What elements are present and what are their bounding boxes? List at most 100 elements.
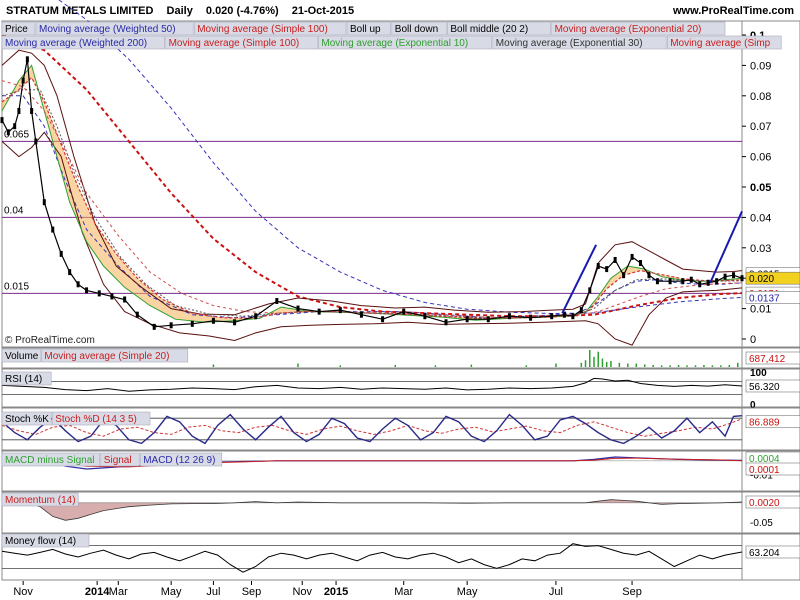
price-candle	[317, 308, 321, 315]
price-candle	[30, 108, 34, 114]
legend-item-moving-average-weighted-200: Moving average (Weighted 200)	[5, 38, 147, 49]
price-candle	[6, 129, 10, 136]
last-quote: 0.020 (-4.76%)	[206, 5, 279, 17]
price-candle	[254, 313, 258, 320]
volume-overlay-label: Moving average (Simple 20)	[44, 351, 169, 362]
stoch-k-title: Stoch %K	[5, 414, 49, 425]
momentum-y-tick-label: -0.05	[750, 518, 773, 529]
x-axis: Nov 2014 Mar May Jul Sep Nov 2015 Mar May Jul Sep	[13, 581, 642, 598]
watermark: © ProRealTime.com	[5, 335, 95, 346]
price-panel: 0.10.090.080.070.060.050.040.030.020.010…	[0, 0, 800, 348]
price-candle	[740, 275, 744, 282]
rsi-y-tick-label: 100	[750, 368, 767, 379]
price-candle	[233, 319, 237, 326]
macd-panel: -0.01MACD minus Signal Signal MACD (12 26 …	[1, 450, 800, 492]
price-candle	[647, 272, 651, 279]
macd-hist-title: MACD minus Signal	[5, 455, 94, 466]
x-tick-label: May	[161, 586, 182, 598]
price-candle	[655, 278, 659, 285]
price-candle	[706, 279, 710, 286]
x-tick-label: Mar	[394, 586, 413, 598]
price-value-tag: 0.0137	[749, 293, 780, 304]
price-candle	[0, 117, 4, 124]
price-y-tick-label: 0	[750, 334, 756, 346]
price-candle	[588, 287, 592, 294]
x-tick-label: May	[457, 586, 478, 598]
stoch-d-title: Stoch %D (14 3 5)	[55, 414, 137, 425]
price-candle	[25, 56, 29, 63]
momentum-last-value: 0.0020	[749, 498, 780, 509]
price-candle	[296, 305, 300, 312]
legend-item-boll-middle-20-2: Boll middle (20 2)	[450, 24, 528, 35]
price-candle	[59, 250, 63, 257]
legend-item-moving-average-simple-100: Moving average (Simple 100)	[197, 24, 328, 35]
price-candle	[123, 296, 127, 303]
legend-item-moving-average-simple-100: Moving average (Simple 100)	[169, 38, 300, 49]
price-y-tick-label: 0.05	[750, 182, 771, 194]
rsi-title: RSI (14)	[5, 374, 42, 385]
price-candle	[715, 278, 719, 285]
price-candle	[76, 281, 80, 288]
price-candle	[152, 323, 156, 330]
money-flow-panel-frame	[1, 533, 743, 581]
price-candle	[42, 199, 46, 206]
stoch-last-value: 86.889	[749, 418, 780, 429]
x-tick-label: Jul	[549, 586, 563, 598]
legend-item-moving-average-exponential-20: Moving average (Exponential 20)	[555, 24, 702, 35]
momentum-panel-frame	[1, 491, 743, 534]
price-candle	[21, 77, 25, 84]
price-candle	[465, 316, 469, 323]
price-candle	[68, 269, 72, 276]
price-candle	[668, 278, 672, 285]
price-candle	[613, 256, 617, 263]
money-flow-title: Money flow (14)	[5, 536, 76, 547]
x-tick-label: Jul	[206, 586, 220, 598]
legend-item-price: Price	[5, 24, 28, 35]
x-tick-label: Nov	[292, 586, 312, 598]
price-candle	[596, 263, 600, 270]
price-candle	[359, 311, 363, 318]
price-candle	[529, 314, 533, 321]
momentum-title: Momentum (14)	[5, 495, 76, 506]
legend-item-moving-average-exponential-30: Moving average (Exponential 30)	[496, 38, 643, 49]
rsi-panel-frame	[1, 368, 743, 408]
x-tick-label: Sep	[242, 586, 262, 598]
price-candle	[85, 287, 89, 294]
stochastic-panel-axis-area	[741, 407, 800, 451]
stochastic-panel: Stoch %K Stoch %D (14 3 5) 86.889	[1, 407, 800, 451]
x-tick-label: Mar	[109, 586, 128, 598]
price-candle	[579, 307, 583, 314]
price-candle	[723, 273, 727, 280]
price-level-label: 0.015	[4, 281, 29, 292]
price-candle	[507, 313, 511, 320]
legend-item-boll-up: Boll up	[350, 24, 381, 35]
price-candle	[275, 298, 279, 304]
x-tick-label: 2014	[85, 586, 110, 598]
price-level-label: 0.04	[4, 205, 24, 216]
price-value-tag: 0.020	[749, 274, 774, 285]
price-candle	[169, 322, 173, 329]
price-candle	[34, 138, 38, 145]
price-y-tick-label: 0.07	[750, 121, 771, 133]
chart-header-title: STRATUM METALS LIMITED Daily 0.020 (-4.7…	[6, 5, 354, 17]
price-candle	[689, 276, 693, 283]
price-y-tick-label: 0.04	[750, 212, 771, 224]
price-candle	[630, 253, 634, 260]
x-tick-label: Sep	[622, 586, 642, 598]
legend-item-boll-down: Boll down	[395, 24, 438, 35]
price-y-tick-label: 0.01	[750, 304, 771, 316]
price-candle	[423, 313, 427, 320]
legend-item-moving-average-simp: Moving average (Simp	[670, 38, 770, 49]
macd-title: MACD (12 26 9)	[143, 455, 215, 466]
price-candle	[622, 272, 626, 279]
volume-panel: Volume Moving average (Simple 20) 687,412	[1, 347, 800, 369]
site-link[interactable]: www.ProRealTime.com	[672, 5, 794, 17]
price-y-tick-label: 0.08	[750, 91, 771, 103]
period-label: Daily	[167, 5, 194, 17]
volume-title: Volume	[5, 351, 39, 362]
x-tick-label: Nov	[13, 586, 33, 598]
price-candle	[444, 319, 448, 326]
price-candle	[486, 316, 490, 323]
price-y-tick-label: 0.03	[750, 243, 771, 255]
price-candle	[51, 226, 55, 233]
